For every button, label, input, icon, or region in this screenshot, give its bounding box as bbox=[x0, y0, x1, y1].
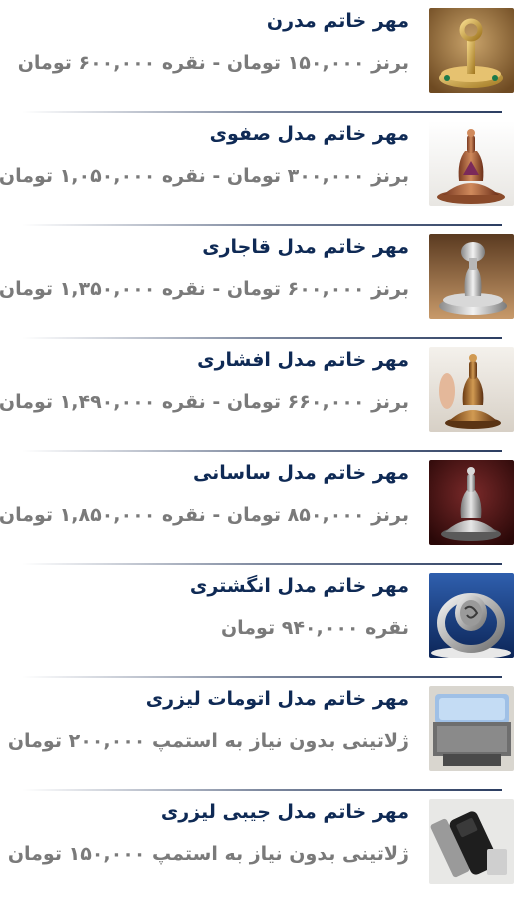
product-item[interactable]: مهر خاتم مدرن برنز ۱۵۰,۰۰۰ تومان - نقره … bbox=[0, 0, 524, 113]
product-price: ژلاتینی بدون نیاز به استمپ ۱۵۰,۰۰۰ تومان bbox=[7, 843, 409, 865]
product-title[interactable]: مهر خاتم مدل جیبی لیزری bbox=[161, 801, 409, 823]
product-item[interactable]: مهر خاتم مدل انگشتری نقره ۹۴۰,۰۰۰ تومان bbox=[0, 565, 524, 678]
product-price: نقره ۹۴۰,۰۰۰ تومان bbox=[220, 617, 409, 639]
product-item[interactable]: مهر خاتم مدل صفوی برنز ۳۰۰,۰۰۰ تومان - ن… bbox=[0, 113, 524, 226]
product-price: برنز ۱۵۰,۰۰۰ تومان - نقره ۶۰۰,۰۰۰ تومان bbox=[17, 52, 409, 74]
self-inking-stamp-image[interactable] bbox=[429, 686, 514, 771]
product-item[interactable]: مهر خاتم مدل افشاری برنز ۶۶۰,۰۰۰ تومان -… bbox=[0, 339, 524, 452]
product-title[interactable]: مهر خاتم مدل قاجاری bbox=[202, 236, 409, 258]
afshari-seal-image[interactable] bbox=[429, 347, 514, 432]
product-price: برنز ۶۰۰,۰۰۰ تومان - نقره ۱,۳۵۰,۰۰۰ توما… bbox=[0, 278, 409, 300]
product-title[interactable]: مهر خاتم مدل ساسانی bbox=[193, 462, 409, 484]
product-list: مهر خاتم مدرن برنز ۱۵۰,۰۰۰ تومان - نقره … bbox=[0, 0, 524, 894]
product-item[interactable]: مهر خاتم مدل قاجاری برنز ۶۰۰,۰۰۰ تومان -… bbox=[0, 226, 524, 339]
product-title[interactable]: مهر خاتم مدرن bbox=[267, 10, 409, 32]
product-price: ژلاتینی بدون نیاز به استمپ ۲۰۰,۰۰۰ تومان bbox=[7, 730, 409, 752]
sasani-seal-image[interactable] bbox=[429, 460, 514, 545]
product-title[interactable]: مهر خاتم مدل اتومات لیزری bbox=[146, 688, 409, 710]
product-price: برنز ۳۰۰,۰۰۰ تومان - نقره ۱,۰۵۰,۰۰۰ توما… bbox=[0, 165, 409, 187]
product-item[interactable]: مهر خاتم مدل جیبی لیزری ژلاتینی بدون نیا… bbox=[0, 791, 524, 904]
qajari-seal-image[interactable] bbox=[429, 234, 514, 319]
safavid-seal-image[interactable] bbox=[429, 121, 514, 206]
product-item[interactable]: مهر خاتم مدل اتومات لیزری ژلاتینی بدون ن… bbox=[0, 678, 524, 791]
modern-seal-image[interactable] bbox=[429, 8, 514, 93]
product-title[interactable]: مهر خاتم مدل انگشتری bbox=[190, 575, 409, 597]
pocket-stamp-image[interactable] bbox=[429, 799, 514, 884]
ring-seal-image[interactable] bbox=[429, 573, 514, 658]
product-item[interactable]: مهر خاتم مدل ساسانی برنز ۸۵۰,۰۰۰ تومان -… bbox=[0, 452, 524, 565]
product-title[interactable]: مهر خاتم مدل صفوی bbox=[210, 123, 409, 145]
product-title[interactable]: مهر خاتم مدل افشاری bbox=[197, 349, 409, 371]
product-price: برنز ۶۶۰,۰۰۰ تومان - نقره ۱,۴۹۰,۰۰۰ توما… bbox=[0, 391, 409, 413]
product-price: برنز ۸۵۰,۰۰۰ تومان - نقره ۱,۸۵۰,۰۰۰ توما… bbox=[0, 504, 409, 526]
